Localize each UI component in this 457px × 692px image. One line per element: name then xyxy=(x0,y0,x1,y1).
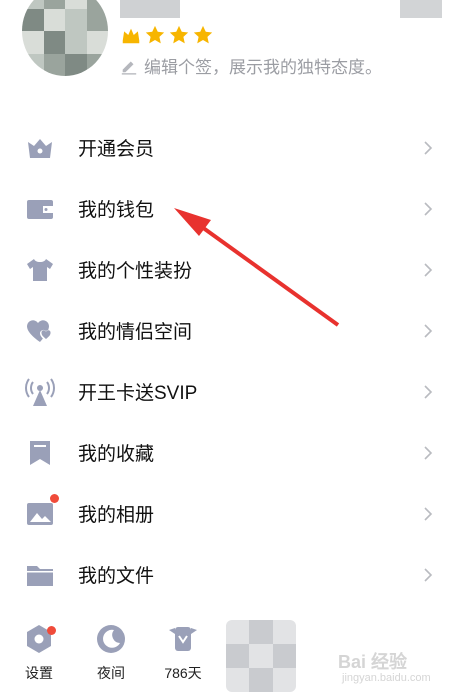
bookmark-icon xyxy=(30,440,50,465)
pencil-icon xyxy=(121,61,137,75)
night-mode-button[interactable]: 夜间 xyxy=(81,618,141,683)
star-icon xyxy=(145,25,165,44)
watermark-sub: jingyan.baidu.com xyxy=(342,672,431,684)
menu-label: 我的文件 xyxy=(78,566,155,587)
menu-list: 开通会员 我的钱包 我的个性装扮 我的情侣空间 开王卡送SVIP 我的收藏 我的… xyxy=(0,117,457,605)
menu-label: 我的收藏 xyxy=(78,444,155,465)
tab-label: 夜间 xyxy=(97,665,125,681)
menu-item-couple[interactable]: 我的情侣空间 xyxy=(0,300,457,361)
menu-label: 开王卡送SVIP xyxy=(78,383,198,404)
wallet-icon xyxy=(27,199,53,219)
crown-star-icon xyxy=(122,28,140,44)
username-blurred xyxy=(120,0,180,18)
chevron-right-icon xyxy=(424,567,433,582)
menu-item-files[interactable]: 我的文件 xyxy=(0,544,457,605)
menu-label: 我的情侣空间 xyxy=(78,322,193,343)
notification-dot xyxy=(50,494,59,503)
blurred-region xyxy=(226,620,296,692)
avatar[interactable] xyxy=(22,0,108,76)
menu-item-vip[interactable]: 开通会员 xyxy=(0,117,457,178)
chevron-right-icon xyxy=(424,323,433,338)
folder-icon xyxy=(27,565,53,586)
chevron-right-icon xyxy=(424,201,433,216)
moon-icon xyxy=(97,625,125,653)
chevron-right-icon xyxy=(424,384,433,399)
level-stars[interactable] xyxy=(120,24,214,46)
menu-item-theme[interactable]: 我的个性装扮 xyxy=(0,239,457,300)
watermark: Bai 经验 xyxy=(338,652,408,672)
menu-item-album[interactable]: 我的相册 xyxy=(0,483,457,544)
chevron-right-icon xyxy=(424,262,433,277)
profile-header: 编辑个签，展示我的独特态度。 xyxy=(0,0,457,96)
menu-item-favorites[interactable]: 我的收藏 xyxy=(0,422,457,483)
tshirt-icon xyxy=(27,258,53,281)
menu-item-king-card[interactable]: 开王卡送SVIP xyxy=(0,361,457,422)
tab-label: 786天 xyxy=(164,665,202,681)
chevron-right-icon xyxy=(424,445,433,460)
menu-label: 我的个性装扮 xyxy=(78,261,193,282)
menu-label: 我的相册 xyxy=(78,505,155,526)
menu-label: 开通会员 xyxy=(78,139,155,160)
chevron-right-icon xyxy=(424,140,433,155)
tab-label: 设置 xyxy=(25,665,53,681)
days-button[interactable]: 786天 xyxy=(153,618,213,683)
star-icon xyxy=(193,25,213,44)
calendar-badge-icon xyxy=(169,627,197,651)
top-right-blurred xyxy=(400,0,442,18)
notification-dot xyxy=(47,626,56,635)
vip-crown-icon xyxy=(28,138,52,158)
menu-label: 我的钱包 xyxy=(78,200,155,221)
signature-text: 编辑个签，展示我的独特态度。 xyxy=(144,58,382,77)
chevron-right-icon xyxy=(424,506,433,521)
hearts-icon xyxy=(27,319,52,342)
star-icon xyxy=(169,25,189,44)
settings-button[interactable]: 设置 xyxy=(9,618,69,683)
signature-edit[interactable]: 编辑个签，展示我的独特态度。 xyxy=(120,53,382,78)
menu-item-wallet[interactable]: 我的钱包 xyxy=(0,178,457,239)
signal-tower-icon xyxy=(25,377,55,406)
